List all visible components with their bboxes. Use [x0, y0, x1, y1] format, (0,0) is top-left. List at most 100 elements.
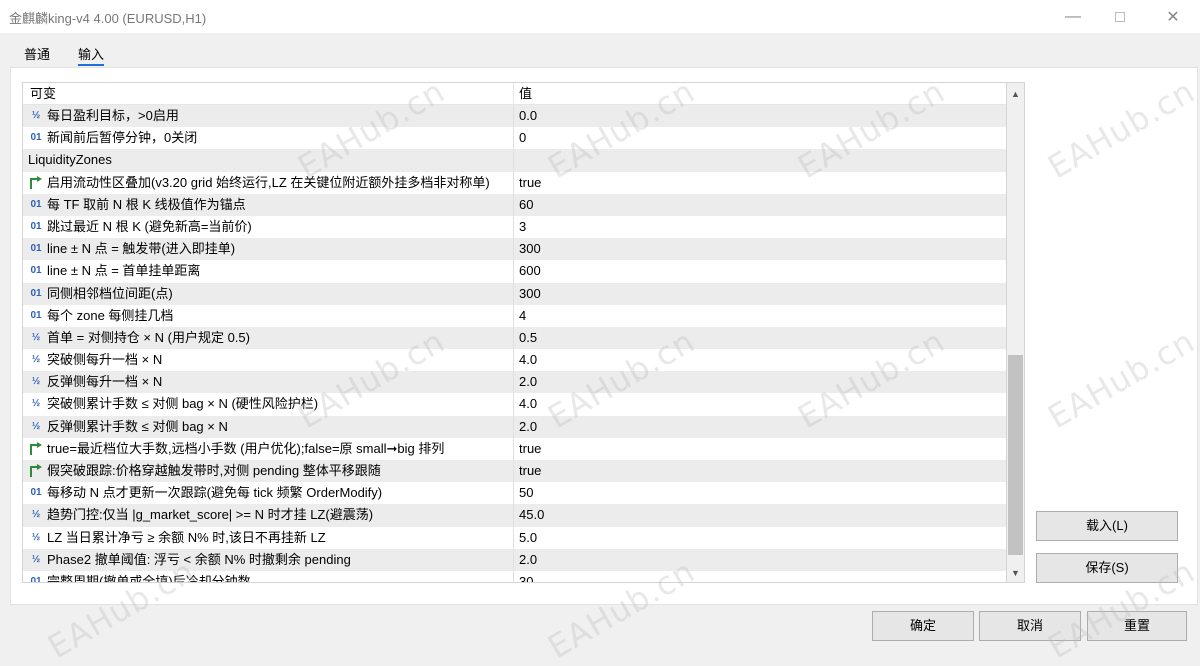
- grid-header: 可变 值: [23, 83, 1006, 105]
- column-header-value[interactable]: 值: [514, 83, 1006, 105]
- vertical-scrollbar[interactable]: ▲ ▼: [1007, 82, 1025, 583]
- table-row[interactable]: 启用流动性区叠加(v3.20 grid 始终运行,LZ 在关键位附近额外挂多档非…: [23, 171, 1006, 194]
- tab-inputs[interactable]: 输入: [64, 36, 118, 66]
- tab-bar: 普通 输入: [10, 36, 118, 66]
- parameter-name-cell: ½ Phase2 撤单阈值: 浮亏 < 余额 N% 时撤剩余 pending: [23, 548, 514, 571]
- table-row[interactable]: ½ 反弹侧每升一档 × N 2.0: [23, 371, 1006, 394]
- table-row[interactable]: 01 同侧相邻档位间距(点) 300: [23, 282, 1006, 305]
- parameter-label: 假突破跟踪:价格穿越触发带时,对侧 pending 整体平移跟随: [47, 463, 381, 478]
- parameter-value-cell[interactable]: 300: [519, 238, 541, 260]
- reset-button[interactable]: 重置: [1087, 611, 1187, 641]
- maximize-button[interactable]: [1097, 0, 1143, 33]
- load-button[interactable]: 载入(L): [1036, 511, 1178, 541]
- int-icon: 01: [30, 132, 42, 144]
- parameter-value-cell[interactable]: 300: [519, 283, 541, 305]
- bool-arrow-icon: [26, 438, 46, 460]
- table-row[interactable]: 01 完整周期(撤单或全填)后冷却分钟数 30: [23, 570, 1006, 583]
- int-icon: 01: [30, 198, 42, 210]
- half-icon: ½: [31, 376, 41, 388]
- table-row[interactable]: ½ 趋势门控:仅当 |g_market_score| >= N 时才挂 LZ(避震…: [23, 504, 1006, 527]
- parameter-value-cell[interactable]: 45.0: [519, 504, 544, 526]
- table-row[interactable]: LiquidityZones: [23, 149, 1006, 172]
- half-icon: ½: [31, 331, 41, 343]
- parameter-label: line ± N 点 = 触发带(进入即挂单): [47, 241, 236, 257]
- parameter-value-cell[interactable]: 0.5: [519, 327, 537, 349]
- parameter-value-cell[interactable]: 2.0: [519, 549, 537, 571]
- table-row[interactable]: ½ 反弹侧累计手数 ≤ 对侧 bag × N 2.0: [23, 415, 1006, 438]
- parameter-value-cell[interactable]: 4.0: [519, 393, 537, 415]
- table-row[interactable]: 01 跳过最近 N 根 K (避免新高=当前价) 3: [23, 215, 1006, 239]
- parameter-value-cell[interactable]: 5.0: [519, 527, 537, 549]
- parameter-label: 反弹侧累计手数 ≤ 对侧 bag × N: [47, 418, 228, 434]
- parameter-value-cell[interactable]: 30: [519, 571, 533, 582]
- parameter-value-cell[interactable]: 2.0: [519, 371, 537, 393]
- parameter-label: 突破侧累计手数 ≤ 对侧 bag × N (硬性风险护栏): [47, 396, 319, 412]
- parameter-label: line ± N 点 = 首单挂单距离: [47, 263, 201, 279]
- table-row[interactable]: 01 每 TF 取前 N 根 K 线极值作为锚点 60: [23, 193, 1006, 216]
- scroll-up-icon[interactable]: ▲: [1007, 85, 1024, 103]
- int-icon: 01: [30, 309, 42, 321]
- parameter-value-cell[interactable]: true: [519, 172, 541, 194]
- parameter-name-cell: 假突破跟踪:价格穿越触发带时,对侧 pending 整体平移跟随: [23, 460, 514, 483]
- parameter-label: 跳过最近 N 根 K (避免新高=当前价): [47, 218, 252, 234]
- int-icon: 01: [30, 265, 42, 277]
- parameter-label: true=最近档位大手数,远档小手数 (用户优化);false=原 small➞…: [47, 440, 445, 456]
- parameter-value-cell[interactable]: 60: [519, 194, 533, 216]
- minimize-button[interactable]: —: [1050, 0, 1096, 33]
- maximize-icon: [1115, 11, 1125, 22]
- parameter-value-cell[interactable]: 0: [519, 127, 526, 149]
- close-button[interactable]: ✕: [1150, 0, 1196, 33]
- table-row[interactable]: 01 line ± N 点 = 触发带(进入即挂单) 300: [23, 238, 1006, 261]
- parameter-name-cell: 01 跳过最近 N 根 K (避免新高=当前价): [23, 215, 514, 239]
- table-row[interactable]: ½ 首单 = 对侧持仓 × N (用户规定 0.5) 0.5: [23, 326, 1006, 350]
- table-row[interactable]: 01 新闻前后暂停分钟，0关闭 0: [23, 127, 1006, 150]
- int-icon: 01: [30, 575, 42, 583]
- int-icon: 01: [30, 287, 42, 299]
- table-row[interactable]: ½ 每日盈利目标，>0启用 0.0: [23, 105, 1006, 128]
- table-row[interactable]: 假突破跟踪:价格穿越触发带时,对侧 pending 整体平移跟随 true: [23, 460, 1006, 483]
- table-row[interactable]: ½ 突破侧每升一档 × N 4.0: [23, 349, 1006, 372]
- table-row[interactable]: ½ Phase2 撤单阈值: 浮亏 < 余额 N% 时撤剩余 pending 2.0: [23, 548, 1006, 571]
- parameter-name-cell: ½ 突破侧每升一档 × N: [23, 349, 514, 372]
- parameter-name-cell: 01 line ± N 点 = 触发带(进入即挂单): [23, 238, 514, 261]
- scroll-thumb[interactable]: [1008, 355, 1023, 555]
- ok-button[interactable]: 确定: [872, 611, 974, 641]
- parameter-name-cell: LiquidityZones: [23, 149, 514, 172]
- parameter-label: 每移动 N 点才更新一次跟踪(避免每 tick 频繁 OrderModify): [47, 485, 383, 501]
- parameter-label: 趋势门控:仅当 |g_market_score| >= N 时才挂 LZ(避震荡…: [47, 507, 374, 523]
- parameter-value-cell[interactable]: 4: [519, 305, 526, 327]
- parameter-name-cell: ½ 趋势门控:仅当 |g_market_score| >= N 时才挂 LZ(避震…: [23, 504, 514, 527]
- save-button[interactable]: 保存(S): [1036, 553, 1178, 583]
- half-icon: ½: [31, 354, 41, 366]
- window-title: 金麒麟king-v4 4.00 (EURUSD,H1): [9, 11, 207, 26]
- table-row[interactable]: ½ LZ 当日累计净亏 ≥ 余额 N% 时,该日不再挂新 LZ 5.0: [23, 526, 1006, 549]
- parameter-name-cell: ½ 首单 = 对侧持仓 × N (用户规定 0.5): [23, 326, 514, 350]
- scroll-down-icon[interactable]: ▼: [1007, 564, 1024, 582]
- parameter-name-cell: ½ 反弹侧累计手数 ≤ 对侧 bag × N: [23, 415, 514, 438]
- table-row[interactable]: true=最近档位大手数,远档小手数 (用户优化);false=原 small➞…: [23, 437, 1006, 460]
- parameter-label: 每个 zone 每侧挂几档: [47, 307, 174, 323]
- table-row[interactable]: 01 line ± N 点 = 首单挂单距离 600: [23, 260, 1006, 283]
- half-icon: ½: [31, 553, 41, 565]
- parameter-value-cell[interactable]: true: [519, 438, 541, 460]
- parameter-value-cell[interactable]: true: [519, 460, 541, 482]
- parameter-label: 同侧相邻档位间距(点): [47, 285, 173, 301]
- parameter-value-cell[interactable]: 3: [519, 216, 526, 238]
- tab-common[interactable]: 普通: [10, 36, 64, 66]
- parameter-value-cell[interactable]: 4.0: [519, 349, 537, 371]
- parameter-value-cell[interactable]: 2.0: [519, 416, 537, 438]
- table-row[interactable]: 01 每移动 N 点才更新一次跟踪(避免每 tick 频繁 OrderModify…: [23, 482, 1006, 505]
- table-row[interactable]: 01 每个 zone 每侧挂几档 4: [23, 304, 1006, 327]
- parameter-label: 完整周期(撤单或全填)后冷却分钟数: [47, 573, 251, 583]
- parameter-name-cell: ½ 反弹侧每升一档 × N: [23, 371, 514, 394]
- bool-arrow-icon: [26, 460, 46, 482]
- parameter-label: 首单 = 对侧持仓 × N (用户规定 0.5): [47, 329, 250, 345]
- group-header-label: LiquidityZones: [28, 152, 112, 168]
- table-row[interactable]: ½ 突破侧累计手数 ≤ 对侧 bag × N (硬性风险护栏) 4.0: [23, 393, 1006, 416]
- cancel-button[interactable]: 取消: [979, 611, 1081, 641]
- parameter-value-cell[interactable]: 0.0: [519, 105, 537, 127]
- parameter-value-cell[interactable]: 50: [519, 482, 533, 504]
- parameter-name-cell: 01 每个 zone 每侧挂几档: [23, 304, 514, 327]
- column-header-variable[interactable]: 可变: [23, 83, 514, 105]
- parameter-value-cell[interactable]: 600: [519, 260, 541, 282]
